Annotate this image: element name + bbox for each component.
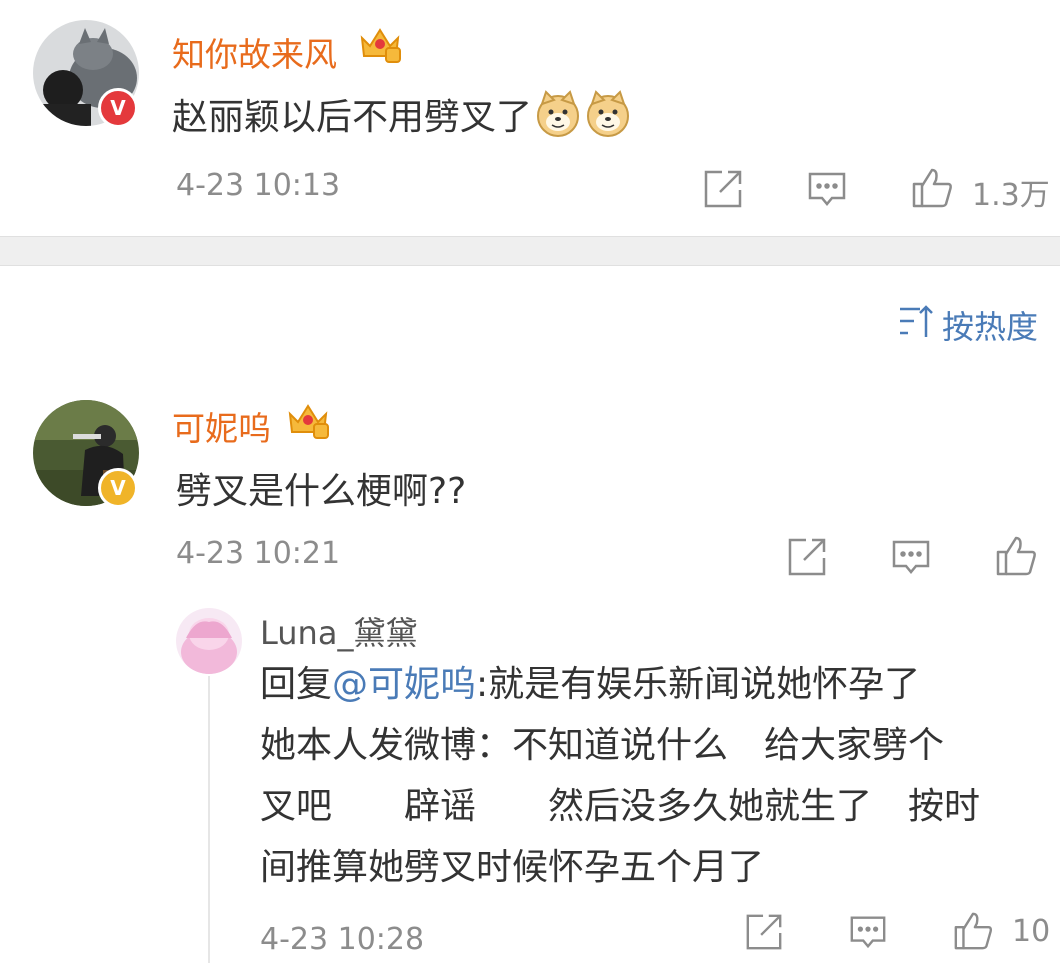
reply-line: 叉吧 辟谣 然后没多久她就生了 按时 — [260, 786, 981, 827]
comment-text: 劈叉是什么梗啊?? — [176, 471, 467, 512]
sort-icon — [898, 303, 936, 347]
comment-icon[interactable] — [848, 912, 888, 956]
reply-line-text: :就是有娱乐新闻说她怀孕了 — [476, 664, 921, 705]
reply-text: 回复@可妮呜:就是有娱乐新闻说她怀孕了 她本人发微博：不知道说什么 给大家劈个 … — [260, 654, 980, 898]
crown-badge-icon — [286, 398, 330, 446]
comment-text: 赵丽颖以后不用劈叉了 — [172, 88, 632, 140]
verified-badge: V — [98, 468, 138, 508]
comment-time: 4-23 10:13 — [176, 168, 341, 203]
reply-line: 间推算她劈叉时候怀孕五个月了 — [260, 847, 765, 888]
crown-badge-icon — [358, 22, 402, 70]
sort-label: 按热度 — [942, 308, 1039, 346]
reply-item: Luna_黛黛 回复@可妮呜:就是有娱乐新闻说她怀孕了 她本人发微博：不知道说什… — [0, 600, 1060, 963]
doge-emoji-icon — [534, 90, 582, 138]
avatar[interactable] — [176, 608, 242, 674]
share-icon[interactable] — [744, 912, 784, 956]
verified-badge: V — [98, 88, 138, 128]
username[interactable]: 知你故来风 — [172, 28, 337, 76]
doge-emoji-icon — [584, 90, 632, 138]
comment-icon[interactable] — [890, 536, 932, 582]
avatar-image — [176, 608, 242, 674]
reply-username[interactable]: Luna_黛黛 — [260, 608, 417, 654]
mention-link[interactable]: @可妮呜 — [332, 664, 476, 705]
like-icon[interactable] — [910, 166, 954, 214]
reply-line: 回复@可妮呜:就是有娱乐新闻说她怀孕了 — [260, 654, 980, 715]
comment-text-content: 赵丽颖以后不用劈叉了 — [172, 97, 533, 138]
reply-line: 她本人发微博：不知道说什么 给大家劈个 — [260, 725, 945, 766]
comment-item: V 知你故来风 赵丽颖以后不用劈叉了 4-23 10:13 1.3万 — [0, 0, 1060, 236]
share-icon[interactable] — [786, 536, 828, 582]
like-icon[interactable] — [952, 910, 994, 956]
share-icon[interactable] — [702, 168, 744, 214]
section-divider — [0, 236, 1060, 266]
like-count: 1.3万 — [972, 178, 1050, 213]
reply-prefix: 回复 — [260, 664, 333, 705]
comment-icon[interactable] — [806, 168, 848, 214]
reply-time: 4-23 10:28 — [260, 922, 425, 957]
like-icon[interactable] — [994, 534, 1038, 582]
username[interactable]: 可妮呜 — [172, 402, 271, 450]
like-count: 10 — [1012, 914, 1051, 949]
comment-time: 4-23 10:21 — [176, 536, 341, 571]
sort-button[interactable]: 按热度 — [898, 302, 1038, 348]
